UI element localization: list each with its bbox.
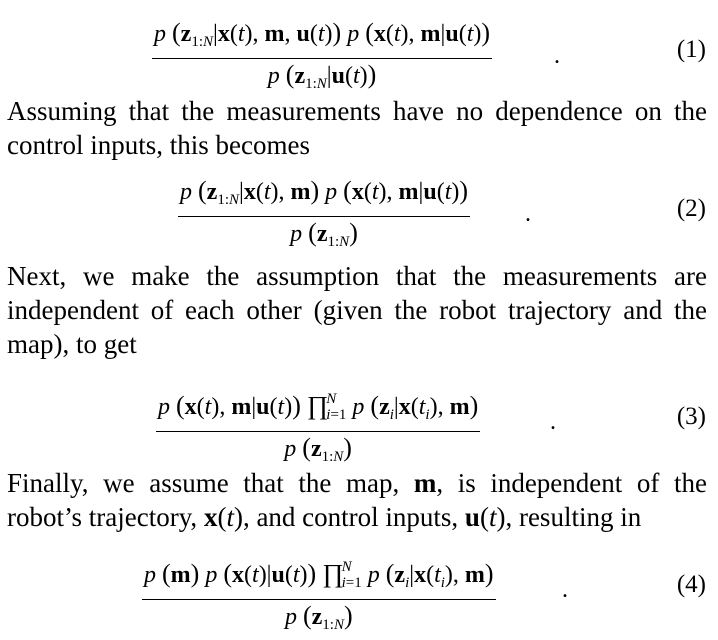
equation-4-numerator: p (m) p (x(t)|u(t)) ∏Ni=1 p (zi|x(ti), m… bbox=[144, 559, 494, 591]
equation-1-fraction: p (z1:N|x(t), m, u(t)) p (x(t), m|u(t)) … bbox=[152, 18, 493, 99]
equation-3-fraction-bar bbox=[156, 431, 481, 432]
equation-4-fraction: p (m) p (x(t)|u(t)) ∏Ni=1 p (zi|x(ti), m… bbox=[142, 552, 496, 640]
equation-1-number: (1) bbox=[676, 36, 706, 63]
equation-4-fraction-bar bbox=[142, 599, 496, 600]
equation-2-denominator: p (z1:N) bbox=[290, 218, 358, 250]
equation-4-period: . bbox=[562, 577, 568, 603]
equation-4-number: (4) bbox=[676, 571, 706, 598]
equation-1-fraction-bar bbox=[152, 58, 493, 59]
equation-3-fraction: p (x(t), m|u(t)) ∏​Ni=1 p (zi|x(ti), m) … bbox=[156, 384, 481, 472]
equation-3-period: . bbox=[550, 409, 556, 435]
equation-2-fraction-bar bbox=[178, 216, 471, 217]
equation-4-denominator: p (z1:N) bbox=[284, 601, 353, 633]
equation-1-numerator: p (z1:N|x(t), m, u(t)) p (x(t), m|u(t)) bbox=[154, 18, 491, 50]
equation-2-number: (2) bbox=[676, 195, 706, 222]
equation-1-period: . bbox=[554, 43, 560, 69]
equation-3-number: (3) bbox=[676, 403, 706, 430]
equation-4: p (m) p (x(t)|u(t)) ∏Ni=1 p (zi|x(ti), m… bbox=[0, 552, 718, 633]
equation-1: p (z1:N|x(t), m, u(t)) p (x(t), m|u(t)) … bbox=[0, 18, 718, 98]
paper-page: p (z1:N|x(t), m, u(t)) p (x(t), m|u(t)) … bbox=[0, 0, 718, 633]
paragraph-2: Next, we make the assumption that the me… bbox=[7, 261, 707, 359]
equation-2: p (z1:N|x(t), m) p (x(t), m|u(t)) p (z1:… bbox=[0, 176, 718, 256]
equation-3-numerator: p (x(t), m|u(t)) ∏​Ni=1 p (zi|x(ti), m) bbox=[158, 391, 479, 423]
paragraph-3: Finally, we assume that the map, m, is i… bbox=[7, 468, 707, 532]
equation-3: p (x(t), m|u(t)) ∏​Ni=1 p (zi|x(ti), m) … bbox=[0, 384, 718, 465]
equation-2-period: . bbox=[525, 201, 531, 227]
equation-2-numerator: p (z1:N|x(t), m) p (x(t), m|u(t)) bbox=[180, 176, 469, 208]
paragraph-1: Assuming that the measurements have no d… bbox=[7, 96, 707, 160]
equation-2-fraction: p (z1:N|x(t), m) p (x(t), m|u(t)) p (z1:… bbox=[178, 176, 471, 257]
